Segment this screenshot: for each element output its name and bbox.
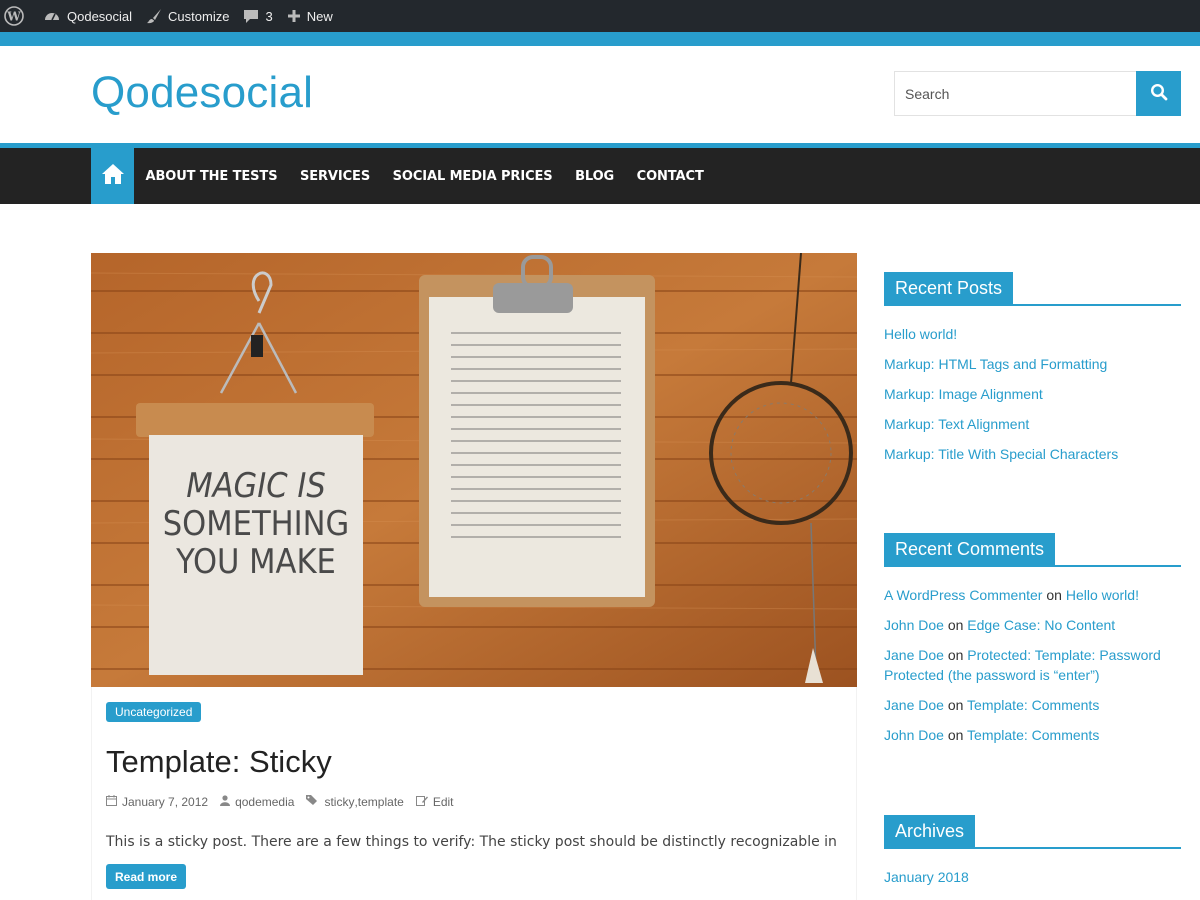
admin-comments-link[interactable]: 3	[236, 0, 279, 32]
admin-customize-label: Customize	[168, 8, 230, 24]
comment-author-link[interactable]: Jane Doe	[884, 647, 944, 663]
comment-post-link[interactable]: Template: Comments	[967, 727, 1099, 743]
featured-image[interactable]: MAGIC IS SOMETHING YOU MAKE	[91, 253, 857, 687]
edit-label: Edit	[432, 795, 454, 809]
nav-item-about-the-tests[interactable]: ABOUT THE TESTS	[134, 148, 288, 204]
comment-author-link[interactable]: John Doe	[884, 727, 944, 743]
recent-posts-list: Hello world! Markup: HTML Tags and Forma…	[884, 324, 1184, 474]
list-item: Jane Doe on Template: Comments	[884, 695, 1174, 715]
nav-item-contact[interactable]: CONTACT	[625, 148, 715, 204]
nav-item-blog[interactable]: BLOG	[564, 148, 626, 204]
admin-comments-count: 3	[265, 8, 273, 24]
list-item: Jane Doe on Protected: Template: Passwor…	[884, 645, 1174, 685]
edit-icon	[415, 795, 433, 809]
list-item: Markup: Image Alignment	[884, 384, 1184, 404]
wordpress-logo-button[interactable]: W	[0, 0, 36, 32]
plus-icon	[287, 9, 301, 23]
paintbrush-icon	[146, 8, 162, 24]
post-author[interactable]: qodemedia	[220, 795, 294, 809]
comment-on-text: on	[943, 727, 968, 743]
category-badge[interactable]: Uncategorized	[106, 702, 202, 722]
top-accent-stripe	[0, 32, 1200, 46]
list-item: Hello world!	[884, 324, 1184, 344]
recent-comments-list: A WordPress Commenter on Hello world! Jo…	[884, 585, 1174, 755]
tag-template[interactable]: template	[358, 795, 404, 809]
home-button[interactable]	[91, 148, 134, 204]
search-input[interactable]	[894, 71, 1136, 116]
search-icon	[1150, 83, 1168, 104]
comment-post-link[interactable]: Edge Case: No Content	[967, 617, 1115, 633]
post-edit-link[interactable]: Edit	[415, 795, 454, 809]
post-date-label: January 7, 2012	[122, 795, 209, 809]
comment-author-link[interactable]: Jane Doe	[884, 697, 944, 713]
recent-posts-title: Recent Posts	[884, 272, 1014, 304]
recent-post-link[interactable]: Hello world!	[884, 326, 957, 342]
archives-title: Archives	[884, 815, 976, 847]
archive-link[interactable]: January 2018	[884, 869, 969, 885]
user-icon	[220, 795, 235, 809]
post-title[interactable]: Template: Sticky	[106, 744, 332, 780]
admin-customize-link[interactable]: Customize	[139, 0, 236, 32]
site-title[interactable]: Qodesocial	[91, 68, 313, 118]
comment-post-link[interactable]: Hello world!	[1066, 587, 1139, 603]
poster-line-1: MAGIC IS	[186, 466, 326, 506]
comment-on-text: on	[1042, 587, 1066, 603]
admin-new-label: New	[306, 8, 333, 24]
recent-post-link[interactable]: Markup: Text Alignment	[884, 416, 1029, 432]
post-date[interactable]: January 7, 2012	[106, 795, 208, 809]
search-button[interactable]	[1136, 71, 1181, 116]
admin-bar: W Qodesocial Customize 3 New	[0, 0, 1200, 32]
poster-line-3: YOU MAKE	[175, 542, 336, 582]
archives-header: Archives	[884, 815, 1181, 849]
recent-post-link[interactable]: Markup: HTML Tags and Formatting	[884, 356, 1107, 372]
poster-line-2: SOMETHING	[163, 504, 350, 544]
post-author-label: qodemedia	[235, 795, 295, 809]
list-item: A WordPress Commenter on Hello world!	[884, 585, 1174, 605]
tags-icon	[306, 795, 324, 809]
tag-sticky[interactable]: sticky	[324, 795, 354, 809]
comment-on-text: on	[943, 617, 968, 633]
post-tags: sticky , template	[306, 795, 404, 809]
dashboard-icon	[43, 8, 61, 24]
comment-on-text: on	[943, 697, 968, 713]
list-item: Markup: Title With Special Characters	[884, 444, 1184, 464]
nav-menu: ABOUT THE TESTS SERVICES SOCIAL MEDIA PR…	[134, 148, 715, 204]
search-form	[894, 71, 1181, 116]
comment-author-link[interactable]: A WordPress Commenter	[884, 587, 1042, 603]
list-item: January 2018	[884, 867, 1184, 887]
list-item: Markup: HTML Tags and Formatting	[884, 354, 1184, 374]
list-item: Markup: Text Alignment	[884, 414, 1184, 434]
svg-text:W: W	[6, 10, 21, 24]
nav-item-services[interactable]: SERVICES	[288, 148, 381, 204]
wordpress-icon: W	[4, 6, 24, 26]
recent-post-link[interactable]: Markup: Image Alignment	[884, 386, 1043, 402]
comment-post-link[interactable]: Template: Comments	[967, 697, 1099, 713]
post-excerpt: This is a sticky post. There are a few t…	[106, 834, 837, 850]
comment-bubble-icon	[243, 8, 259, 24]
recent-post-link[interactable]: Markup: Title With Special Characters	[884, 446, 1118, 462]
admin-site-name-label: Qodesocial	[67, 8, 133, 24]
post-meta: January 7, 2012 qodemedia sticky , templ…	[106, 795, 466, 809]
admin-new-link[interactable]: New	[280, 0, 340, 32]
archives-list: January 2018	[884, 867, 1184, 897]
home-icon	[101, 163, 125, 190]
admin-site-name-link[interactable]: Qodesocial	[36, 0, 139, 32]
list-item: John Doe on Template: Comments	[884, 725, 1174, 745]
list-item: John Doe on Edge Case: No Content	[884, 615, 1174, 635]
recent-comments-title: Recent Comments	[884, 533, 1056, 565]
recent-comments-header: Recent Comments	[884, 533, 1181, 567]
calendar-icon	[106, 795, 122, 809]
nav-item-social-media-prices[interactable]: SOCIAL MEDIA PRICES	[381, 148, 563, 204]
main-navigation: ABOUT THE TESTS SERVICES SOCIAL MEDIA PR…	[0, 148, 1200, 204]
recent-posts-header: Recent Posts	[884, 272, 1181, 306]
comment-on-text: on	[943, 647, 968, 663]
comment-author-link[interactable]: John Doe	[884, 617, 944, 633]
read-more-button[interactable]: Read more	[106, 864, 187, 889]
